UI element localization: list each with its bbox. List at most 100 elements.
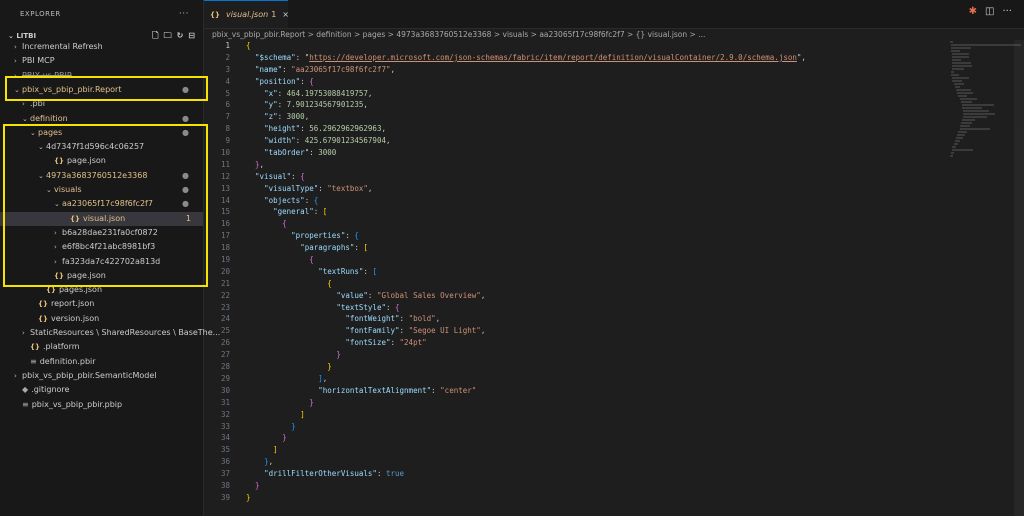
tree-item[interactable]: {} .platform [0,340,203,354]
code-text: ] [273,445,278,455]
close-tab-icon[interactable]: × [282,10,289,19]
minimap-line [959,125,971,127]
code-line[interactable]: 5 "x": 464.19753088419757, [204,88,944,100]
code-line[interactable]: 12 "visual": { [204,171,944,183]
code-line[interactable]: 30 "horizontalTextAlignment": "center" [204,385,944,397]
json-file-icon: {} [54,271,64,280]
code-line[interactable]: 3 "name": "aa23065f17c98f6fc2f7", [204,64,944,76]
minimap-line [958,131,968,133]
code-text: "horizontalTextAlignment": "center" [318,385,477,395]
tab-visual-json[interactable]: {} visual.json 1 × [204,0,289,28]
code-line[interactable]: 24 "fontWeight": "bold", [204,313,944,325]
code-line[interactable]: 18 "paragraphs": [ [204,242,944,254]
code-line[interactable]: 19 { [204,254,944,266]
tree-item[interactable]: ≡ definition.pbir [0,355,203,369]
code-line[interactable]: 38 } [204,480,944,492]
code-line[interactable]: 26 "fontSize": "24pt" [204,337,944,349]
tree-item[interactable]: ⌄ definition ● [0,112,203,126]
code-text: "fontFamily": "Segoe UI Light", [345,326,486,336]
code-line[interactable]: 34 } [204,432,944,444]
minimap-line [952,59,961,61]
code-line[interactable]: 16 { [204,218,944,230]
tree-item-label: pages [38,127,63,137]
tree-item[interactable]: {} report.json [0,297,203,311]
code-line[interactable]: 20 "textRuns": [ [204,266,944,278]
code-line[interactable]: 37 "drillFilterOtherVisuals": true [204,468,944,480]
code-line[interactable]: 11 }, [204,159,944,171]
file-icon: ≡ [22,399,29,409]
code-text: "x": 464.19753088419757, [264,88,373,98]
code-line[interactable]: 29 ], [204,373,944,385]
split-editor-icon[interactable]: ◫ [985,6,994,17]
tree-item[interactable]: › StaticResources \ SharedResources \ Bas… [0,326,220,340]
more-editor-actions-icon[interactable]: ··· [1002,6,1012,17]
tree-item[interactable]: › PBIX vs PBIP [0,69,203,83]
tree-item[interactable]: {} version.json [0,312,203,326]
tree-item[interactable]: ⌄ aa23065f17c98f6fc2f7 ● [0,197,203,211]
tree-item-label: pages.json [58,285,103,295]
minimap[interactable] [944,40,1024,516]
line-number: 20 [220,266,230,276]
code-line[interactable]: 31 } [204,397,944,409]
code-line[interactable]: 36 }, [204,456,944,468]
code-line[interactable]: 4 "position": { [204,76,944,88]
tree-item-label: StaticResources \ SharedResources \ Base… [30,328,221,337]
code-text: "z": 3000, [264,112,310,122]
code-line[interactable]: 2 "$schema": "https://developer.microsof… [204,52,944,64]
tree-item[interactable]: {} pages.json [0,283,203,297]
code-line[interactable]: 6 "y": 7.901234567901235, [204,99,944,111]
tree-item[interactable]: ⌄ visuals ● [0,183,203,197]
minimap-line [953,83,965,85]
code-line[interactable]: 28 } [204,361,944,373]
tree-item-label: .pbi [30,99,45,109]
code-line[interactable]: 1{ [204,40,944,52]
tree-item[interactable]: {} visual.json 1 [0,211,203,226]
code-line[interactable]: 9 "width": 425.67901234567904, [204,135,944,147]
code-line[interactable]: 23 "textStyle": { [204,302,944,314]
problem-badge: 1 [271,10,277,19]
code-line[interactable]: 10 "tabOrder": 3000 [204,147,944,159]
vertical-scrollbar[interactable] [1014,40,1024,516]
more-actions-icon[interactable]: ··· [179,0,189,28]
code-line[interactable]: 32 ] [204,409,944,421]
tree-item[interactable]: › .pbi [0,97,203,111]
code-text: ], [318,373,328,383]
minimap-line [951,71,955,73]
code-line[interactable]: 35 ] [204,444,944,456]
tree-item[interactable]: ⌄ pages ● [0,126,203,140]
copilot-icon[interactable]: ✱ [969,6,977,17]
code-editor[interactable]: 1{2 "$schema": "https://developer.micros… [204,40,944,504]
tree-item[interactable]: ⌄ pbix_vs_pbip_pbir.Report ● [0,83,203,97]
code-line[interactable]: 33 } [204,421,944,433]
code-line[interactable]: 27 } [204,349,944,361]
tree-item[interactable]: ◆ .gitignore [0,383,203,397]
code-line[interactable]: 21 { [204,278,944,290]
code-line[interactable]: 25 "fontFamily": "Segoe UI Light", [204,325,944,337]
tree-item[interactable]: ⌄ 4973a3683760512e3368 ● [0,169,203,183]
tree-item[interactable]: ≡ pbix_vs_pbip_pbir.pbip [0,398,203,412]
code-line[interactable]: 8 "height": 56.2962962962963, [204,123,944,135]
code-line[interactable]: 39} [204,492,944,504]
code-line[interactable]: 22 "value": "Global Sales Overview", [204,290,944,302]
minimap-line [959,128,991,130]
tree-item[interactable]: › e6f8bc4f21abc8981bf3 [0,240,203,254]
editor-actions: ✱ ◫ ··· [969,6,1012,17]
tree-item[interactable]: › fa323da7c422702a813d [0,255,203,269]
git-file-icon: ◆ [22,385,29,395]
code-text: } [327,362,332,372]
minimap-line [956,137,963,139]
code-line[interactable]: 7 "z": 3000, [204,111,944,123]
tree-item[interactable]: {} page.json [0,269,203,283]
tree-item[interactable]: {} page.json [0,154,203,168]
code-line[interactable]: 13 "visualType": "textbox", [204,183,944,195]
minimap-line [952,53,970,55]
line-number: 10 [220,148,230,158]
code-line[interactable]: 15 "general": [ [204,206,944,218]
code-line[interactable]: 17 "properties": { [204,230,944,242]
tree-item[interactable]: › PBI MCP [0,54,203,68]
tree-item[interactable]: ⌄ 4d7347f1d596c4c06257 [0,140,203,154]
tree-item[interactable]: › b6a28dae231fa0cf0872 [0,226,203,240]
code-line[interactable]: 14 "objects": { [204,195,944,207]
tree-item[interactable]: › pbix_vs_pbip_pbir.SemanticModel [0,369,203,383]
tree-item[interactable]: › Incremental Refresh [0,40,203,54]
